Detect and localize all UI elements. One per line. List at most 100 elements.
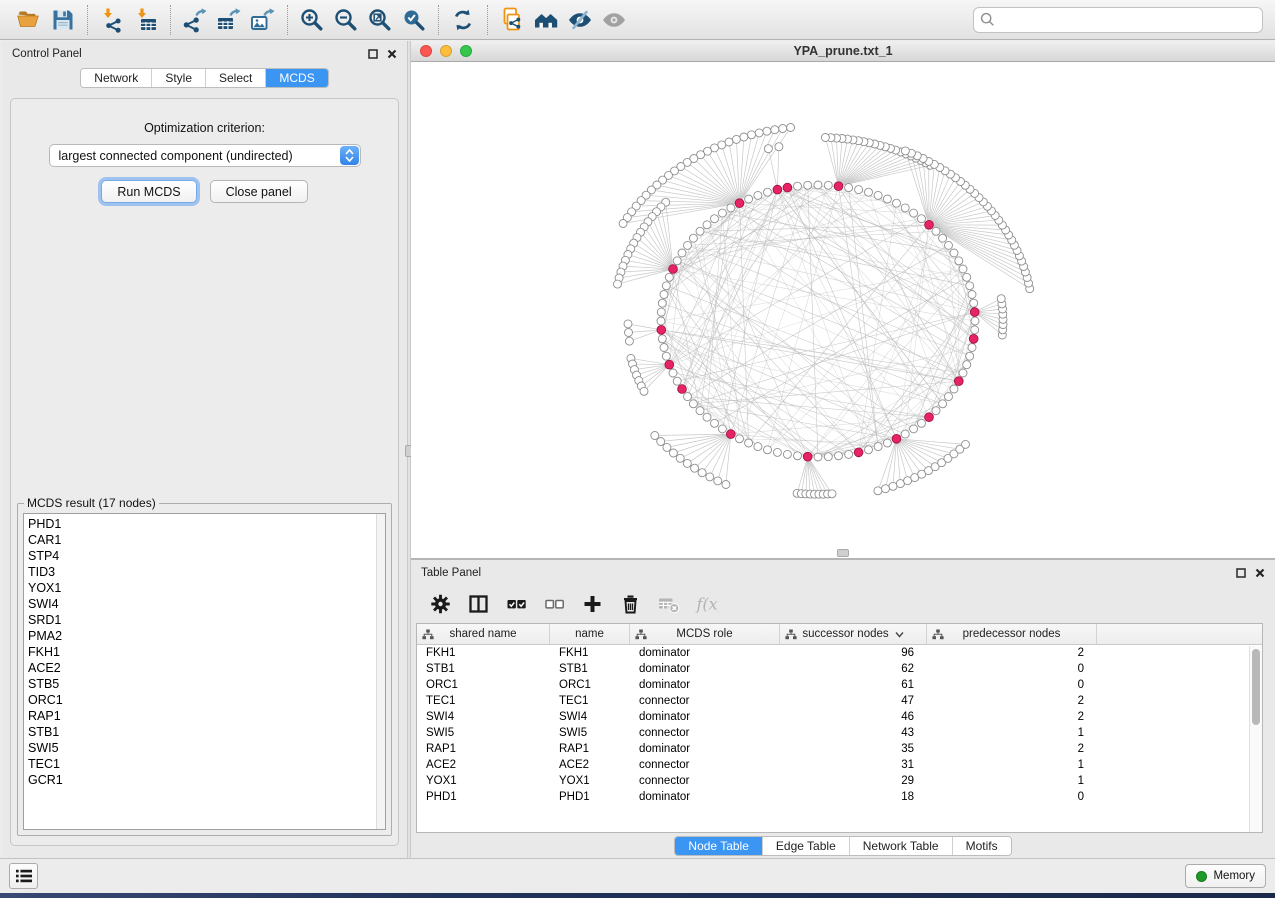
mcds-result-item[interactable]: GCR1	[28, 772, 376, 788]
zoom-out-button[interactable]	[329, 4, 363, 36]
mcds-result-item[interactable]: SRD1	[28, 612, 376, 628]
mcds-result-item[interactable]: SWI4	[28, 596, 376, 612]
cell-MCDS-role[interactable]: dominator	[630, 663, 780, 675]
zoom-fit-button[interactable]	[363, 4, 397, 36]
export-table-button[interactable]	[212, 4, 246, 36]
mcds-result-item[interactable]: PHD1	[28, 516, 376, 532]
cell-predecessor-nodes[interactable]: 2	[927, 647, 1097, 659]
cell-successor-nodes[interactable]: 29	[780, 775, 927, 787]
close-panel-icon[interactable]	[387, 49, 397, 59]
cell-MCDS-role[interactable]: dominator	[630, 743, 780, 755]
mcds-result-item[interactable]: STB5	[28, 676, 376, 692]
tab-mcds[interactable]: MCDS	[266, 69, 327, 87]
splitter-grip-horizontal-icon[interactable]	[837, 549, 849, 557]
cell-shared-name[interactable]: RAP1	[417, 743, 550, 755]
mcds-result-item[interactable]: FKH1	[28, 644, 376, 660]
table-row[interactable]: STB1STB1dominator620	[417, 661, 1262, 677]
table-scrollbar[interactable]	[1249, 646, 1262, 832]
float-panel-icon[interactable]	[368, 49, 378, 59]
tab-edge-table[interactable]: Edge Table	[763, 837, 850, 855]
refresh-layout-button[interactable]	[446, 4, 480, 36]
mcds-list-scrollbar[interactable]	[376, 514, 385, 829]
cell-name[interactable]: YOX1	[550, 775, 630, 787]
tab-node-table[interactable]: Node Table	[675, 837, 763, 855]
mcds-result-item[interactable]: STP4	[28, 548, 376, 564]
cell-shared-name[interactable]: FKH1	[417, 647, 550, 659]
add-column-button[interactable]	[575, 588, 609, 620]
cell-name[interactable]: SWI4	[550, 711, 630, 723]
cell-predecessor-nodes[interactable]: 0	[927, 791, 1097, 803]
mcds-result-item[interactable]: YOX1	[28, 580, 376, 596]
cell-successor-nodes[interactable]: 47	[780, 695, 927, 707]
tab-select[interactable]: Select	[206, 69, 266, 87]
table-row[interactable]: FKH1FKH1dominator962	[417, 645, 1262, 661]
cell-MCDS-role[interactable]: dominator	[630, 791, 780, 803]
import-network-button[interactable]	[95, 4, 129, 36]
cell-name[interactable]: FKH1	[550, 647, 630, 659]
table-scrollbar-thumb[interactable]	[1252, 649, 1260, 725]
cell-shared-name[interactable]: TEC1	[417, 695, 550, 707]
cell-shared-name[interactable]: SWI5	[417, 727, 550, 739]
cell-shared-name[interactable]: ACE2	[417, 759, 550, 771]
cell-successor-nodes[interactable]: 46	[780, 711, 927, 723]
cell-MCDS-role[interactable]: connector	[630, 727, 780, 739]
hide-panels-button[interactable]	[563, 4, 597, 36]
mcds-result-item[interactable]: SWI5	[28, 740, 376, 756]
export-network-button[interactable]	[178, 4, 212, 36]
cell-predecessor-nodes[interactable]: 2	[927, 711, 1097, 723]
cell-predecessor-nodes[interactable]: 1	[927, 759, 1097, 771]
mcds-result-item[interactable]: PMA2	[28, 628, 376, 644]
column-header-shared-name[interactable]: shared name	[417, 624, 550, 644]
memory-button[interactable]: Memory	[1185, 864, 1266, 888]
cell-successor-nodes[interactable]: 61	[780, 679, 927, 691]
column-header-MCDS-role[interactable]: MCDS role	[630, 624, 780, 644]
tab-network-table[interactable]: Network Table	[850, 837, 953, 855]
mcds-result-item[interactable]: ACE2	[28, 660, 376, 676]
cell-shared-name[interactable]: SWI4	[417, 711, 550, 723]
cell-successor-nodes[interactable]: 35	[780, 743, 927, 755]
table-options-gear-button[interactable]	[423, 588, 457, 620]
run-mcds-button[interactable]: Run MCDS	[101, 180, 196, 203]
table-row[interactable]: PHD1PHD1dominator180	[417, 789, 1262, 805]
save-session-button[interactable]	[46, 4, 80, 36]
cell-predecessor-nodes[interactable]: 0	[927, 679, 1097, 691]
network-canvas[interactable]	[411, 62, 1275, 558]
optimization-criterion-select[interactable]: largest connected component (undirected)	[49, 144, 361, 167]
cell-predecessor-nodes[interactable]: 0	[927, 663, 1097, 675]
mcds-result-item[interactable]: TID3	[28, 564, 376, 580]
mcds-result-item[interactable]: ORC1	[28, 692, 376, 708]
show-panels-button[interactable]	[597, 4, 631, 36]
cell-successor-nodes[interactable]: 96	[780, 647, 927, 659]
cell-name[interactable]: ORC1	[550, 679, 630, 691]
close-panel-icon[interactable]	[1255, 568, 1265, 578]
cell-name[interactable]: RAP1	[550, 743, 630, 755]
float-panel-icon[interactable]	[1236, 568, 1246, 578]
cell-predecessor-nodes[interactable]: 2	[927, 743, 1097, 755]
zoom-in-button[interactable]	[295, 4, 329, 36]
open-file-button[interactable]	[12, 4, 46, 36]
table-row[interactable]: SWI5SWI5connector431	[417, 725, 1262, 741]
table-row[interactable]: YOX1YOX1connector291	[417, 773, 1262, 789]
cell-name[interactable]: STB1	[550, 663, 630, 675]
task-history-button[interactable]	[9, 863, 38, 889]
column-header-name[interactable]: name	[550, 624, 630, 644]
cell-shared-name[interactable]: ORC1	[417, 679, 550, 691]
table-row[interactable]: RAP1RAP1dominator352	[417, 741, 1262, 757]
cell-name[interactable]: PHD1	[550, 791, 630, 803]
home-button[interactable]	[529, 4, 563, 36]
cell-predecessor-nodes[interactable]: 2	[927, 695, 1097, 707]
table-row[interactable]: ORC1ORC1dominator610	[417, 677, 1262, 693]
cell-MCDS-role[interactable]: connector	[630, 759, 780, 771]
table-row[interactable]: SWI4SWI4dominator462	[417, 709, 1262, 725]
cell-shared-name[interactable]: STB1	[417, 663, 550, 675]
mcds-result-item[interactable]: CAR1	[28, 532, 376, 548]
tab-network[interactable]: Network	[81, 69, 152, 87]
cell-successor-nodes[interactable]: 18	[780, 791, 927, 803]
cell-name[interactable]: TEC1	[550, 695, 630, 707]
import-table-button[interactable]	[129, 4, 163, 36]
cell-MCDS-role[interactable]: dominator	[630, 711, 780, 723]
cell-successor-nodes[interactable]: 43	[780, 727, 927, 739]
cell-shared-name[interactable]: PHD1	[417, 791, 550, 803]
cell-MCDS-role[interactable]: dominator	[630, 647, 780, 659]
cell-name[interactable]: ACE2	[550, 759, 630, 771]
